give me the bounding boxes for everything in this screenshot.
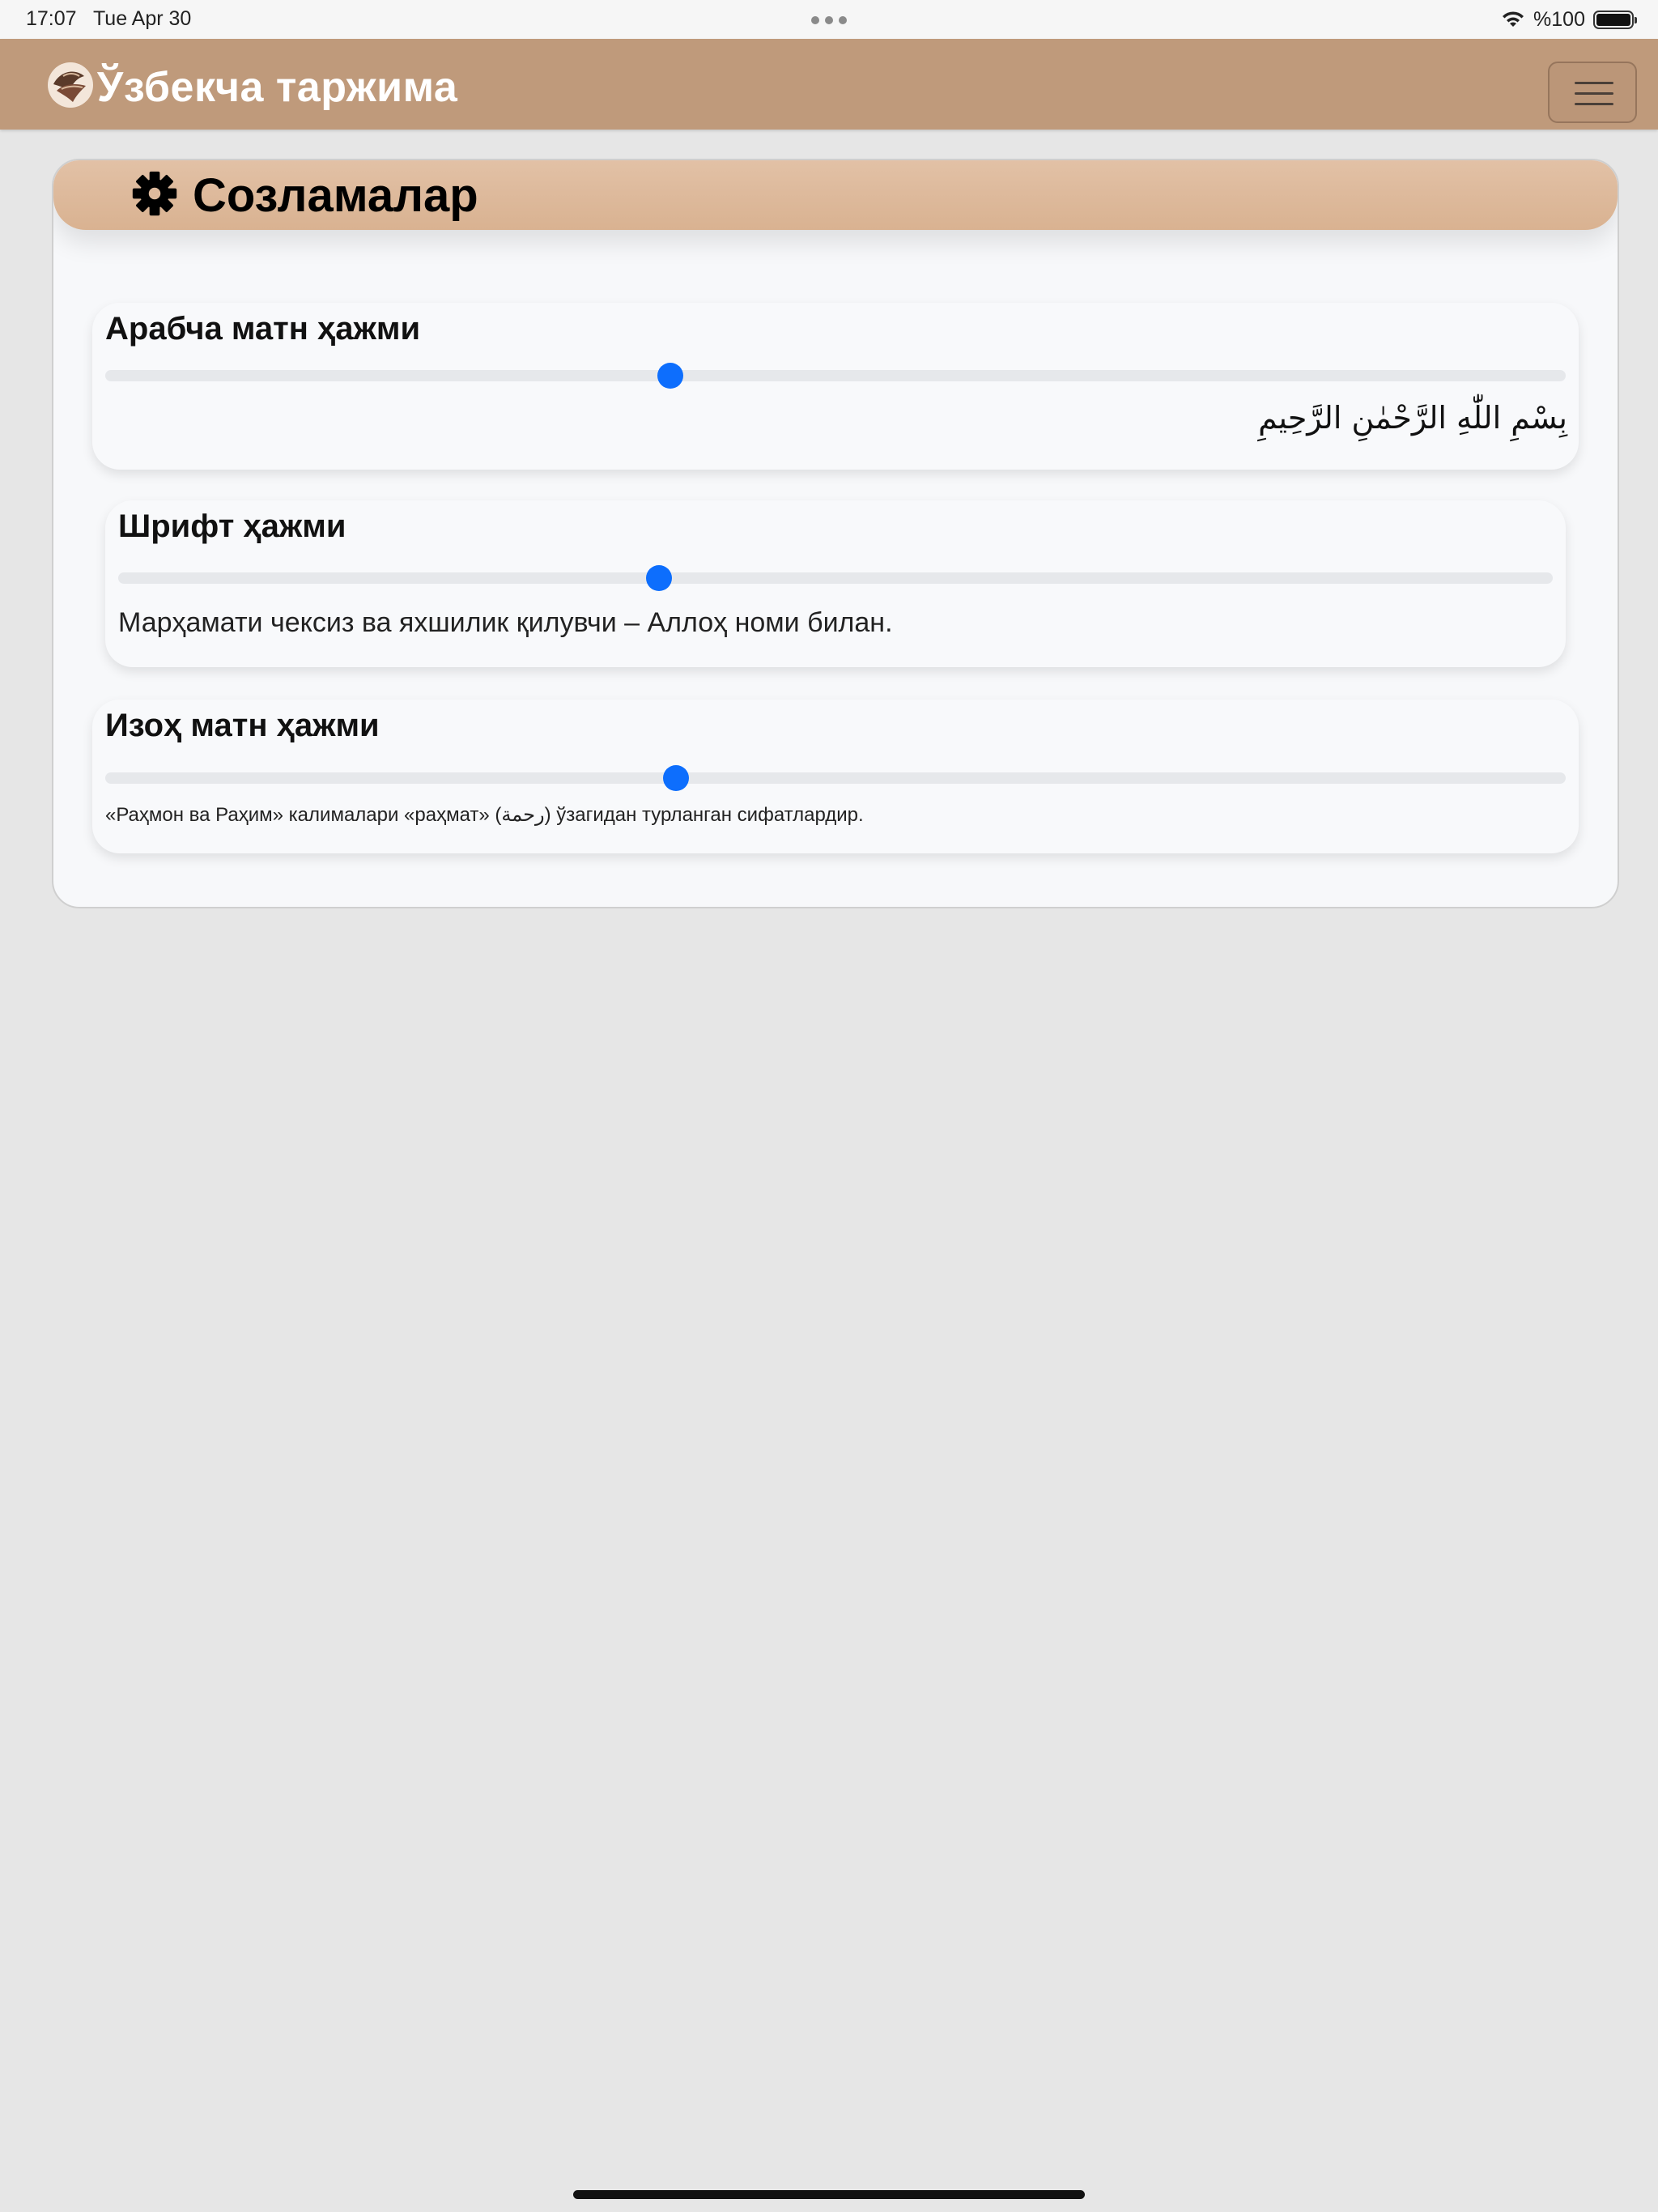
battery-icon xyxy=(1593,10,1637,29)
setting-arabic-size: Арабча матн ҳажми بِسْمِ اللّٰهِ الرَّحْ… xyxy=(92,303,1579,470)
app-title[interactable]: Ўзбекча таржима xyxy=(97,63,457,112)
font-size-slider[interactable] xyxy=(118,565,1553,591)
battery-fill xyxy=(1596,13,1630,26)
status-time-date: 17:07 Tue Apr 30 xyxy=(26,7,191,31)
translation-sample-text: Марҳамати чексиз ва яхшилик қилувчи – Ал… xyxy=(118,607,893,638)
book-logo-icon[interactable] xyxy=(45,60,96,110)
status-time: 17:07 xyxy=(26,7,77,30)
arabic-sample-text: بِسْمِ اللّٰهِ الرَّحْمٰنِ الرَّحِيمِ xyxy=(1258,400,1567,436)
navbar: Ўзбекча таржима xyxy=(0,39,1658,130)
settings-card: Созламалар Арабча матн ҳажми بِسْمِ اللّ… xyxy=(52,159,1619,908)
multitask-dots-icon[interactable] xyxy=(811,16,847,24)
setting-font-size: Шрифт ҳажми Марҳамати чексиз ва яхшилик … xyxy=(105,500,1566,667)
arabic-size-slider[interactable] xyxy=(105,363,1566,389)
slider-thumb[interactable] xyxy=(646,565,673,591)
slider-thumb[interactable] xyxy=(663,765,690,791)
setting-commentary-size: Изоҳ матн ҳажми «Раҳмон ва Раҳим» калима… xyxy=(92,700,1579,853)
status-date: Tue Apr 30 xyxy=(92,7,192,30)
settings-header: Созламалар xyxy=(53,160,1618,230)
status-right: %100 xyxy=(1501,5,1637,34)
hamburger-icon xyxy=(1575,82,1613,106)
wifi-icon xyxy=(1503,11,1524,27)
commentary-size-slider[interactable] xyxy=(105,765,1566,791)
gear-icon xyxy=(132,171,177,216)
menu-toggle-button[interactable] xyxy=(1548,62,1637,123)
status-bar: 17:07 Tue Apr 30 %100 xyxy=(0,0,1658,39)
settings-title: Созламалар xyxy=(193,169,478,222)
home-indicator[interactable] xyxy=(573,2190,1085,2199)
commentary-sample-text: «Раҳмон ва Раҳим» калималари «раҳмат» (ر… xyxy=(105,804,864,826)
setting-label: Шрифт ҳажми xyxy=(118,508,346,544)
setting-label: Арабча матн ҳажми xyxy=(105,311,421,347)
slider-thumb[interactable] xyxy=(657,363,684,389)
setting-label: Изоҳ матн ҳажми xyxy=(105,708,380,743)
battery-percent: %100 xyxy=(1533,7,1585,31)
